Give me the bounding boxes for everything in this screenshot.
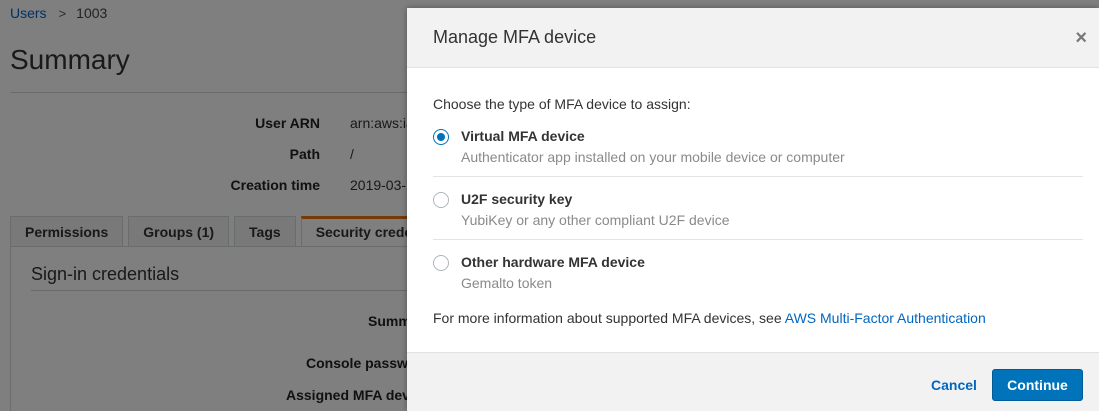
more-info-label: For more information about supported MFA… — [433, 310, 785, 326]
radio-u2f-key[interactable] — [433, 192, 449, 208]
option-description: Authenticator app installed on your mobi… — [461, 149, 845, 165]
manage-mfa-modal: Manage MFA device × Choose the type of M… — [407, 8, 1099, 411]
radio-virtual-mfa[interactable] — [433, 129, 449, 145]
option-hardware-mfa[interactable]: Other hardware MFA device Gemalto token — [433, 252, 1083, 312]
option-label: Virtual MFA device — [461, 128, 585, 144]
option-u2f-key[interactable]: U2F security key YubiKey or any other co… — [433, 189, 1083, 249]
cancel-button[interactable]: Cancel — [931, 377, 977, 393]
option-description: Gemalto token — [461, 275, 553, 291]
mfa-type-prompt: Choose the type of MFA device to assign: — [433, 96, 691, 112]
option-label: U2F security key — [461, 191, 573, 207]
option-divider — [433, 176, 1083, 177]
close-icon[interactable]: × — [1075, 28, 1087, 48]
aws-mfa-link[interactable]: AWS Multi-Factor Authentication — [785, 310, 986, 326]
continue-button[interactable]: Continue — [992, 369, 1083, 401]
option-divider — [433, 239, 1083, 240]
option-label: Other hardware MFA device — [461, 254, 645, 270]
more-info-text: For more information about supported MFA… — [433, 310, 986, 326]
modal-footer: Cancel Continue — [407, 352, 1099, 411]
app-root: Users > 1003 Summary User ARN arn:aws:ia… — [0, 0, 1099, 411]
option-description: YubiKey or any other compliant U2F devic… — [461, 212, 730, 228]
modal-header: Manage MFA device × — [407, 8, 1099, 68]
option-virtual-mfa[interactable]: Virtual MFA device Authenticator app ins… — [433, 126, 1083, 186]
radio-hardware-mfa[interactable] — [433, 255, 449, 271]
modal-title: Manage MFA device — [433, 27, 597, 47]
